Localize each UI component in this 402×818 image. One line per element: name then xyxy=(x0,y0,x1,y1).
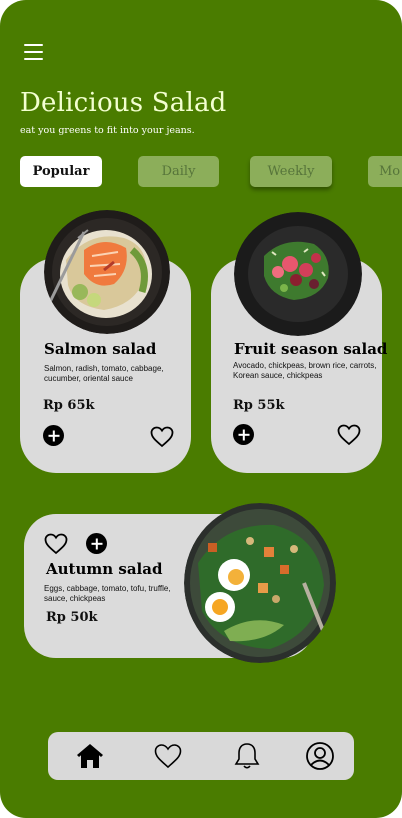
card-title: Fruit season salad xyxy=(234,340,388,358)
card-title: Autumn salad xyxy=(46,560,163,578)
add-to-cart-button[interactable] xyxy=(233,424,254,445)
favorite-heart-icon[interactable] xyxy=(337,424,361,446)
fruit-season-salad-image xyxy=(234,212,362,336)
page-subtitle: eat you greens to fit into your jeans. xyxy=(20,125,195,136)
card-price: Rp 65k xyxy=(43,398,95,413)
add-to-cart-button[interactable] xyxy=(86,533,107,554)
card-title: Salmon salad xyxy=(44,340,157,358)
add-to-cart-button[interactable] xyxy=(43,425,64,446)
favorite-heart-icon[interactable] xyxy=(44,533,68,555)
tab-monthly[interactable]: Mo xyxy=(368,156,402,187)
bell-icon[interactable] xyxy=(231,740,263,772)
card-ingredients: Eggs, cabbage, tomato, tofu, truffle, sa… xyxy=(44,584,171,603)
card-ingredients: Salmon, radish, tomato, cabbage, cucumbe… xyxy=(44,364,164,383)
salmon-salad-image xyxy=(44,210,170,334)
autumn-salad-image xyxy=(184,503,336,663)
hamburger-menu-icon[interactable] xyxy=(24,44,43,61)
profile-icon[interactable] xyxy=(304,740,336,772)
app-screen: Delicious Salad eat you greens to fit in… xyxy=(0,0,402,818)
favorite-heart-icon[interactable] xyxy=(150,426,174,448)
tab-popular[interactable]: Popular xyxy=(20,156,102,187)
tab-daily[interactable]: Daily xyxy=(138,156,219,187)
bottom-navigation xyxy=(48,732,354,780)
card-price: Rp 50k xyxy=(46,610,98,625)
card-ingredients: Avocado, chickpeas, brown rice, carrots,… xyxy=(233,361,377,380)
tab-weekly[interactable]: Weekly xyxy=(250,156,332,187)
home-icon[interactable] xyxy=(74,740,106,772)
page-title: Delicious Salad xyxy=(20,88,227,118)
card-price: Rp 55k xyxy=(233,398,285,413)
heart-icon[interactable] xyxy=(152,740,184,772)
